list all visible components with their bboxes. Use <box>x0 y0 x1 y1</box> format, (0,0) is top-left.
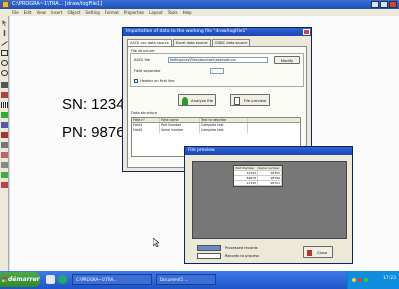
tool-palette <box>0 16 9 271</box>
import-dialog-close-icon[interactable] <box>303 29 310 35</box>
processed-swatch <box>197 245 221 251</box>
quicklaunch-2-icon[interactable] <box>58 275 67 284</box>
rectangle-icon[interactable] <box>1 50 8 56</box>
table-row: 11345 98701 <box>234 181 282 186</box>
ellipse-icon[interactable] <box>1 60 8 66</box>
menu-bar: File Edit View Insert Object Setting For… <box>0 9 399 16</box>
green-tool-icon[interactable] <box>1 112 8 118</box>
maximize-icon[interactable] <box>380 1 388 8</box>
analyze-file-label: Analyze file <box>191 98 213 103</box>
preview-title: File preview <box>188 148 215 153</box>
preview-cell: 12345 <box>234 171 258 175</box>
preview-cell: 98701 <box>258 181 282 185</box>
shape-icon[interactable] <box>1 182 8 188</box>
table-row[interactable]: Field2 Serial number Complete text <box>132 128 300 133</box>
taskbar-doc-button[interactable]: Document1 ... <box>156 274 216 285</box>
file-preview-button[interactable]: File preview <box>230 94 270 106</box>
database-icon[interactable] <box>1 152 8 158</box>
menu-edit[interactable]: Edit <box>24 9 32 16</box>
import-dialog-title: Importation of data to the working file … <box>126 29 248 34</box>
menu-file[interactable]: File <box>12 9 19 16</box>
preview-cell: 98765 <box>258 171 282 175</box>
app-icon <box>2 1 9 8</box>
quicklaunch-icon[interactable] <box>46 275 55 284</box>
text-cursor-icon[interactable] <box>3 30 6 36</box>
processed-label: Processed records <box>225 246 258 250</box>
tab-excel[interactable]: Excel data source <box>172 39 211 46</box>
start-button[interactable]: démarrer <box>0 272 40 287</box>
menu-help[interactable]: Help <box>183 9 192 16</box>
preview-header-cell: Part Number <box>234 166 258 170</box>
ascii-file-input[interactable]: Settings\csv\Files\document\example.csv <box>168 57 268 63</box>
menu-properties[interactable]: Properties <box>124 9 144 16</box>
pointer-icon[interactable] <box>2 20 7 26</box>
preview-cell: 98766 <box>258 176 282 180</box>
import-tabs: ASCII csv data source Excel data source … <box>127 39 251 46</box>
close-icon[interactable] <box>389 1 397 8</box>
menu-format[interactable]: Format <box>105 9 119 16</box>
to-process-label: Records to process <box>225 254 259 258</box>
menu-object[interactable]: Object <box>67 9 80 16</box>
close-button[interactable]: Close <box>303 246 333 258</box>
preview-title-bar: File preview <box>185 147 352 155</box>
file-preview-dialog: File preview Part Number Serial number 1… <box>184 146 353 264</box>
window-controls <box>371 1 397 8</box>
grid-cell: Serial number <box>160 128 200 133</box>
preview-header-cell: Serial number <box>258 166 282 170</box>
circle-icon[interactable] <box>1 70 8 76</box>
taskbar-app-button[interactable]: C:\PROGRA~1\TRA... <box>72 274 152 285</box>
app-title-bar: C:\PROGRA~1\TRA... [draw/logFile1] <box>0 0 399 9</box>
barcode-2-icon[interactable] <box>1 102 8 108</box>
grid-header-cell: Field n° <box>132 118 160 122</box>
preview-cell: 89878 <box>234 176 258 180</box>
menu-tools[interactable]: Tools <box>168 9 178 16</box>
menu-insert[interactable]: Insert <box>51 9 62 16</box>
minimize-icon[interactable] <box>371 1 379 8</box>
analyze-icon <box>182 97 188 105</box>
grid-cell: Complete text <box>200 128 248 133</box>
ascii-file-label: ASCII file <box>134 58 150 62</box>
red-tool-icon[interactable] <box>1 132 8 138</box>
layer-icon[interactable] <box>1 162 8 168</box>
app-title: C:\PROGRA~1\TRA... [draw/logFile1] <box>12 1 103 7</box>
menu-layout[interactable]: Layout <box>149 9 163 16</box>
close-button-label: Close <box>316 250 328 255</box>
grid-header-cell: Text to describe <box>200 118 248 122</box>
preview-table: Part Number Serial number 12345 98765 89… <box>233 165 283 187</box>
image-icon[interactable] <box>1 92 8 98</box>
barcode-icon[interactable] <box>1 82 8 88</box>
grid-tool-icon[interactable] <box>1 142 8 148</box>
taskbar: démarrer C:\PROGRA~1\TRA... Document1 ..… <box>0 271 399 289</box>
tray-icon[interactable] <box>358 278 362 282</box>
header-checkbox[interactable] <box>134 79 138 83</box>
close-door-icon <box>307 250 312 256</box>
to-process-swatch <box>197 253 221 259</box>
analyze-file-button[interactable]: Analyze file <box>178 94 216 106</box>
tab-ascii-csv[interactable]: ASCII csv data source <box>127 39 172 46</box>
file-preview-icon <box>234 97 240 105</box>
preview-area: Part Number Serial number 12345 98765 89… <box>192 161 347 239</box>
mouse-pointer-icon <box>153 238 159 247</box>
field-separator-input[interactable]: ; <box>210 68 224 74</box>
modify-button[interactable]: Modify <box>274 56 300 64</box>
blue-tool-icon[interactable] <box>1 122 8 128</box>
tray-icon[interactable] <box>352 278 356 282</box>
counter-icon[interactable] <box>1 172 8 178</box>
menu-view[interactable]: View <box>36 9 46 16</box>
line-icon[interactable] <box>1 41 8 46</box>
grid-header-cell: Field name <box>160 118 200 122</box>
import-dialog-title-bar: Importation of data to the working file … <box>123 28 311 36</box>
tray-icon[interactable] <box>364 278 368 282</box>
system-tray: 17:23 <box>347 271 399 289</box>
data-structure-label: Data structure <box>131 111 158 115</box>
preview-cell: 11345 <box>234 181 258 185</box>
header-checkbox-label: Header on first line <box>140 79 175 83</box>
menu-setting[interactable]: Setting <box>85 9 99 16</box>
field-separator-label: Field separator <box>134 69 161 73</box>
file-preview-label: File preview <box>243 98 267 103</box>
clock[interactable]: 17:23 <box>383 276 396 281</box>
tab-odbc[interactable]: ODBC data source <box>211 39 251 46</box>
grid-cell: Field2 <box>132 128 160 133</box>
